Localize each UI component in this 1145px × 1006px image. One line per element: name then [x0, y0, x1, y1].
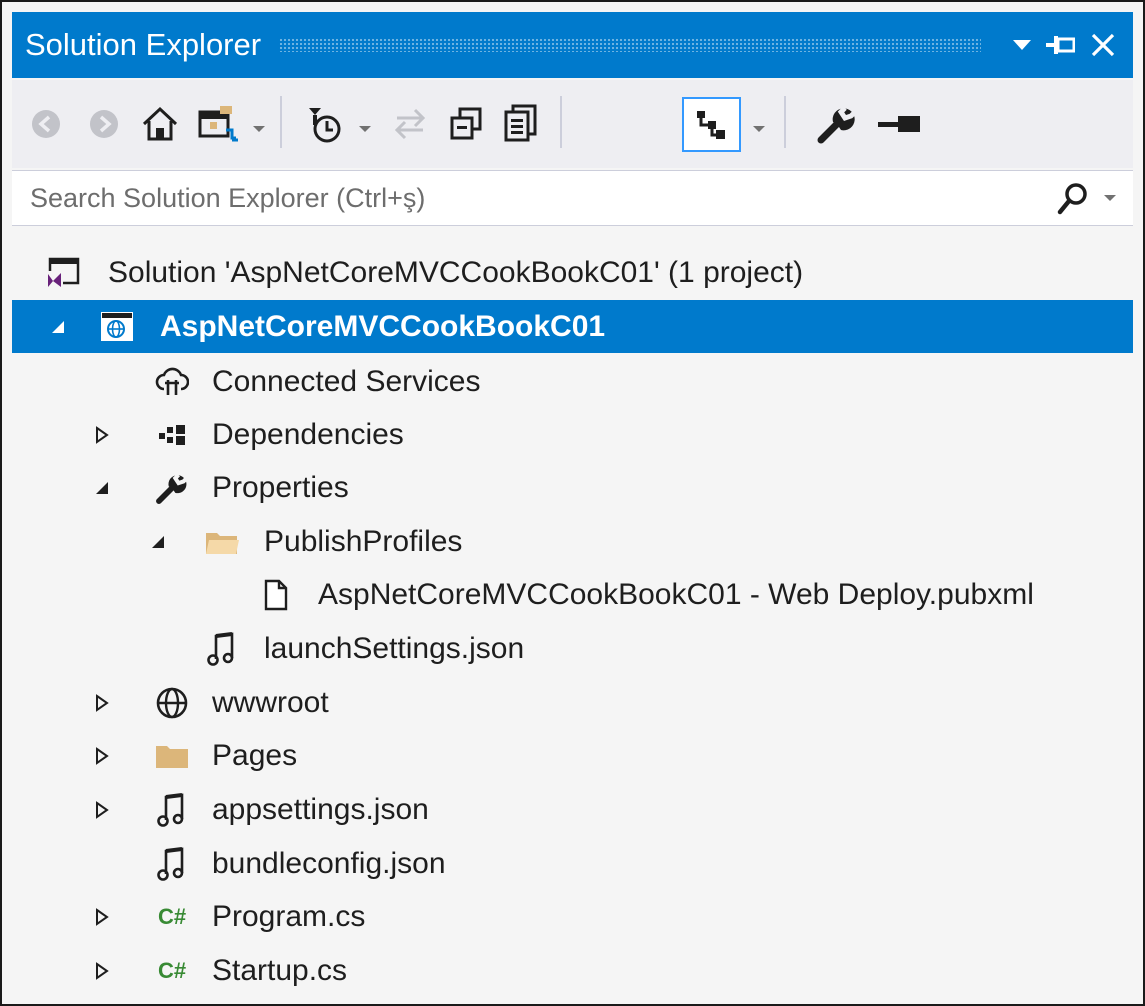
solution-label: Solution 'AspNetCoreMVCCookBookC01' (1 p… — [108, 256, 804, 289]
csharp-icon: C# — [157, 957, 187, 983]
collapse-all-icon — [450, 107, 482, 140]
show-all-files-icon — [504, 104, 537, 142]
close-icon — [1091, 33, 1115, 57]
panel-title: Solution Explorer — [25, 27, 262, 62]
expanded-arrow-icon[interactable] — [46, 300, 70, 353]
tree-item-label: Properties — [212, 471, 349, 504]
home-button[interactable] — [136, 100, 184, 148]
preview-selected-items-icon — [697, 111, 725, 139]
toolbar-separator — [784, 96, 786, 148]
pin-toolbar-button[interactable] — [872, 102, 926, 146]
tree-item-project[interactable]: AspNetCoreMVCCookBookC01 — [12, 300, 1133, 353]
file-icon — [256, 568, 296, 621]
wrench-icon — [152, 461, 192, 514]
toolbar — [12, 80, 1133, 168]
solution-icon — [42, 246, 82, 299]
tree-item-dependencies[interactable]: Dependencies — [12, 408, 1133, 461]
json-icon — [202, 622, 242, 675]
search-input[interactable] — [12, 171, 1052, 225]
tree-item-label: Pages — [212, 739, 298, 772]
back-button[interactable] — [24, 102, 68, 146]
tree-item-label: Dependencies — [212, 418, 404, 451]
pending-changes-dropdown[interactable] — [358, 120, 372, 138]
pin-icon — [1046, 36, 1075, 54]
tree-item-publishprofiles[interactable]: PublishProfiles — [12, 515, 1133, 568]
expanded-arrow-icon[interactable] — [90, 461, 114, 514]
project-label: AspNetCoreMVCCookBookC01 — [160, 310, 606, 343]
solution-explorer-panel: Solution Explorer Search Solution Explor… — [0, 0, 1145, 1006]
show-all-files-button[interactable] — [496, 98, 546, 148]
solution-tree: Solution 'AspNetCoreMVCCookBookC01' (1 p… — [12, 228, 1133, 1004]
csharp-icon: C# — [157, 903, 187, 929]
folder-icon — [152, 729, 192, 782]
switch-views-button[interactable] — [192, 98, 246, 150]
web-project-icon — [96, 300, 136, 353]
title-bar: Solution Explorer — [12, 12, 1133, 78]
tree-item-solution[interactable]: Solution 'AspNetCoreMVCCookBookC01' (1 p… — [12, 246, 1133, 299]
forward-icon — [90, 110, 118, 138]
tree-item-label: Connected Services — [212, 365, 481, 398]
sync-with-active-document-icon — [394, 108, 426, 140]
collapsed-arrow-icon[interactable] — [90, 676, 114, 729]
preview-selected-items-icon-wrap — [688, 102, 734, 148]
globe-icon — [152, 676, 192, 729]
tree-item-appsettings[interactable]: appsettings.json — [12, 783, 1133, 836]
search-box — [12, 170, 1133, 226]
preview-dropdown[interactable] — [752, 120, 766, 138]
tree-item-wwwroot[interactable]: wwwroot — [12, 676, 1133, 729]
tree-item-label: PublishProfiles — [264, 525, 463, 558]
tree-item-bundleconfig[interactable]: bundleconfig.json — [12, 837, 1133, 890]
tree-item-launchsettings[interactable]: launchSettings.json — [12, 622, 1133, 675]
json-icon — [152, 837, 192, 890]
sync-with-active-document-button[interactable] — [386, 100, 434, 148]
tree-item-label: Startup.cs — [212, 954, 348, 987]
tree-item-label: bundleconfig.json — [212, 847, 446, 880]
switch-views-dropdown[interactable] — [252, 120, 266, 138]
tree-item-label: appsettings.json — [212, 793, 429, 826]
collapsed-arrow-icon[interactable] — [90, 783, 114, 836]
dependencies-icon — [152, 408, 192, 461]
chevron-down-icon — [253, 126, 265, 132]
connected-services-icon — [152, 355, 192, 408]
toolbar-separator — [280, 96, 282, 148]
wrench-icon — [817, 106, 856, 144]
auto-hide-pin-button[interactable] — [1039, 25, 1081, 65]
title-grip[interactable] — [279, 38, 981, 52]
back-icon — [32, 110, 60, 138]
pending-changes-filter-icon — [309, 108, 341, 143]
switch-views-icon — [198, 106, 238, 142]
folder-open-icon — [202, 515, 242, 568]
chevron-down-icon — [1104, 195, 1116, 201]
tree-item-properties[interactable]: Properties — [12, 461, 1133, 514]
chevron-down-icon — [1013, 40, 1031, 50]
close-button[interactable] — [1081, 25, 1125, 65]
properties-button[interactable] — [810, 98, 864, 150]
collapse-all-button[interactable] — [442, 100, 490, 148]
chevron-down-icon — [359, 126, 371, 132]
tree-item-connected-services[interactable]: Connected Services — [12, 355, 1133, 408]
collapsed-arrow-icon[interactable] — [90, 408, 114, 461]
home-icon — [142, 106, 178, 141]
expanded-arrow-icon[interactable] — [146, 515, 170, 568]
window-position-dropdown-button[interactable] — [1005, 25, 1039, 65]
tree-item-program-cs[interactable]: C# Program.cs — [12, 890, 1133, 943]
json-icon — [152, 783, 192, 836]
collapsed-arrow-icon[interactable] — [90, 729, 114, 782]
tree-item-startup-cs[interactable]: C# Startup.cs — [12, 944, 1133, 997]
tree-item-label: Program.cs — [212, 900, 366, 933]
collapsed-arrow-icon[interactable] — [90, 890, 114, 943]
search-options-button[interactable] — [1057, 179, 1123, 217]
collapsed-arrow-icon[interactable] — [90, 944, 114, 997]
tree-item-pages[interactable]: Pages — [12, 729, 1133, 782]
tree-item-pubxml[interactable]: AspNetCoreMVCCookBookC01 - Web Deploy.pu… — [12, 568, 1133, 621]
search-icon — [1057, 183, 1087, 215]
tree-item-label: wwwroot — [212, 686, 329, 719]
forward-button[interactable] — [82, 102, 126, 146]
tree-item-label: launchSettings.json — [264, 632, 525, 665]
chevron-down-icon — [753, 126, 765, 132]
tree-item-label: AspNetCoreMVCCookBookC01 - Web Deploy.pu… — [318, 578, 1034, 611]
pin-icon — [878, 116, 920, 132]
toolbar-separator — [560, 96, 562, 148]
pending-changes-filter-button[interactable] — [298, 98, 352, 150]
